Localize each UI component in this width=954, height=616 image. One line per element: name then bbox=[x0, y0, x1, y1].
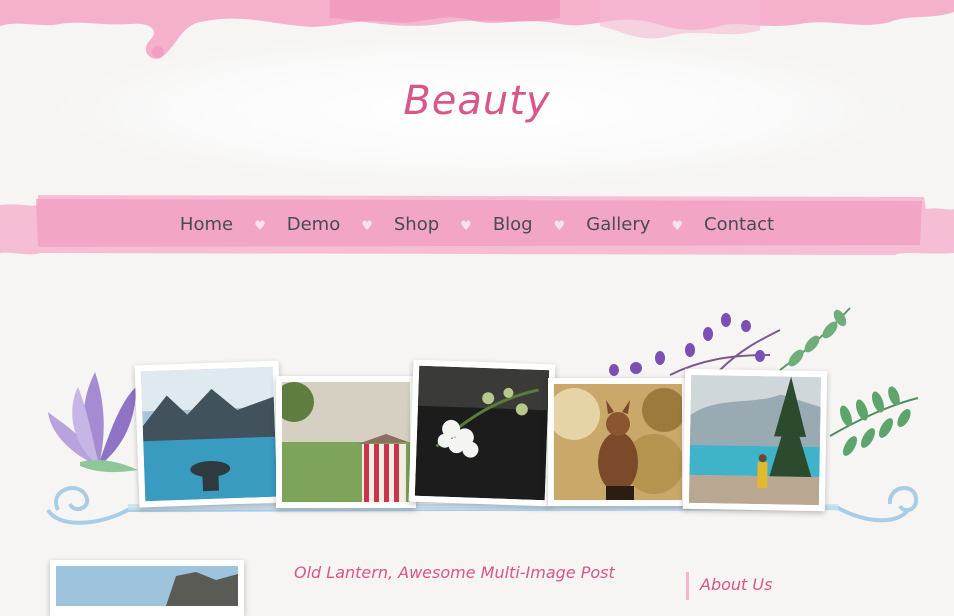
nav-item-home[interactable]: Home bbox=[180, 214, 233, 235]
heart-separator-icon: ♥ bbox=[553, 218, 566, 234]
post-featured-image[interactable] bbox=[50, 560, 244, 616]
nav-item-blog[interactable]: Blog bbox=[493, 214, 533, 235]
post-title-link[interactable]: Old Lantern, Awesome Multi-Image Post bbox=[294, 563, 615, 582]
heart-separator-icon: ♥ bbox=[254, 218, 266, 234]
nav-item-contact[interactable]: Contact bbox=[704, 214, 774, 235]
mountain-lake-image bbox=[140, 366, 278, 502]
purple-flower-icon bbox=[48, 372, 138, 473]
gallery-photo-hiker[interactable] bbox=[682, 368, 828, 512]
nav-item-demo[interactable]: Demo bbox=[287, 214, 340, 235]
main-navigation: Home ♥ Demo ♥ Shop ♥ Blog ♥ Gallery ♥ Co… bbox=[0, 210, 954, 238]
squirrel-image bbox=[554, 384, 682, 500]
heart-separator-icon: ♥ bbox=[460, 218, 472, 234]
heart-separator-icon: ♥ bbox=[361, 218, 373, 234]
sidebar-widget-title: About Us bbox=[700, 575, 773, 594]
nav-item-gallery[interactable]: Gallery bbox=[586, 214, 650, 235]
nav-item-shop[interactable]: Shop bbox=[394, 214, 439, 235]
beach-hut-image bbox=[282, 382, 410, 502]
gallery-photo-squirrel[interactable] bbox=[548, 378, 688, 506]
green-leaf-icon bbox=[829, 386, 919, 456]
white-blossoms-image bbox=[414, 365, 550, 501]
sidebar-widget-accent bbox=[686, 572, 689, 600]
heart-separator-icon: ♥ bbox=[671, 218, 684, 234]
cliff-sky-image bbox=[56, 566, 238, 606]
hiker-lake-image bbox=[688, 374, 822, 506]
gallery-photo-mountain-lake[interactable] bbox=[134, 360, 284, 508]
gallery-photo-beach-hut[interactable] bbox=[276, 376, 416, 508]
site-title[interactable]: Beauty bbox=[0, 78, 954, 124]
gallery-photo-blossoms[interactable] bbox=[408, 359, 556, 507]
